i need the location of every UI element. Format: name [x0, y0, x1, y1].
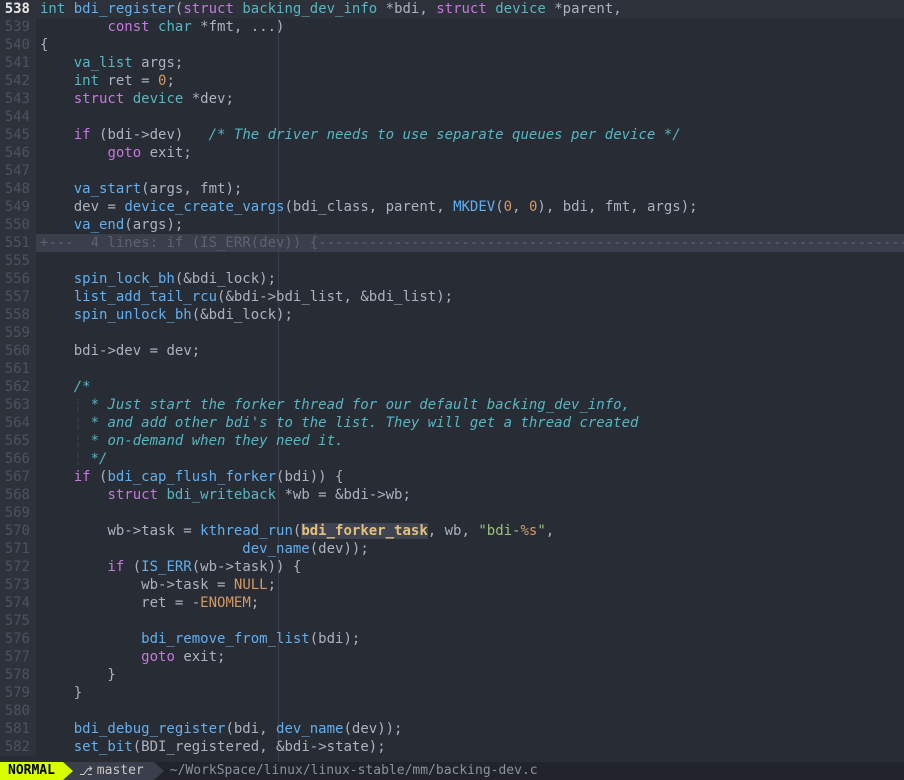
line-number: 548	[0, 180, 36, 198]
code-line[interactable]: if (IS_ERR(wb->task)) {	[36, 558, 904, 576]
line-number: 544	[0, 108, 36, 126]
code-line[interactable]	[36, 360, 904, 378]
code-line[interactable]: }	[36, 684, 904, 702]
line-number: 551	[0, 234, 36, 252]
line-number: 569	[0, 504, 36, 522]
line-number: 562	[0, 378, 36, 396]
code-line[interactable]: wb->task = kthread_run(bdi_forker_task, …	[36, 522, 904, 540]
code-line[interactable]	[36, 252, 904, 270]
line-number: 549	[0, 198, 36, 216]
code-line[interactable]: int ret = 0;	[36, 72, 904, 90]
code-line[interactable]: struct bdi_writeback *wb = &bdi->wb;	[36, 486, 904, 504]
fold-text: +--- 4 lines: if (IS_ERR(dev)) {--------…	[36, 234, 904, 252]
line-number: 580	[0, 702, 36, 720]
line-number: 579	[0, 684, 36, 702]
line-number: 575	[0, 612, 36, 630]
code-line[interactable]: if (bdi->dev) /* The driver needs to use…	[36, 126, 904, 144]
code-line[interactable]: list_add_tail_rcu(&bdi->bdi_list, &bdi_l…	[36, 288, 904, 306]
file-path: ~/WorkSpace/linux/linux-stable/mm/backin…	[164, 762, 538, 780]
powerline-separator-icon	[63, 762, 73, 780]
line-number: 566	[0, 450, 36, 468]
line-number: 540	[0, 36, 36, 54]
code-line[interactable]: dev_name(dev));	[36, 540, 904, 558]
code-line[interactable]: bdi->dev = dev;	[36, 342, 904, 360]
line-number: 567	[0, 468, 36, 486]
code-line[interactable]: ¦ * Just start the forker thread for our…	[36, 396, 904, 414]
code-line[interactable]: va_start(args, fmt);	[36, 180, 904, 198]
code-line[interactable]	[36, 162, 904, 180]
code-line[interactable]: ¦ */	[36, 450, 904, 468]
line-number: 573	[0, 576, 36, 594]
line-number: 576	[0, 630, 36, 648]
code-line[interactable]: ¦ * on-demand when they need it.	[36, 432, 904, 450]
code-line[interactable]	[36, 504, 904, 522]
code-line[interactable]: ¦ * and add other bdi's to the list. The…	[36, 414, 904, 432]
line-number: 542	[0, 72, 36, 90]
code-line[interactable]: goto exit;	[36, 144, 904, 162]
line-number: 545	[0, 126, 36, 144]
branch-icon: ⎇	[79, 762, 93, 780]
editor-root: 538int bdi_register(struct backing_dev_i…	[0, 0, 904, 780]
line-number: 560	[0, 342, 36, 360]
mode-indicator: NORMAL	[0, 762, 63, 780]
code-line[interactable]	[36, 612, 904, 630]
code-line[interactable]: wb->task = NULL;	[36, 576, 904, 594]
code-line[interactable]: va_list args;	[36, 54, 904, 72]
line-number: 541	[0, 54, 36, 72]
code-line[interactable]: const char *fmt, ...)	[36, 18, 904, 36]
code-line[interactable]: if (bdi_cap_flush_forker(bdi)) {	[36, 468, 904, 486]
code-line[interactable]: bdi_debug_register(bdi, dev_name(dev));	[36, 720, 904, 738]
line-number: 550	[0, 216, 36, 234]
line-number: 557	[0, 288, 36, 306]
line-number: 572	[0, 558, 36, 576]
status-line: NORMAL ⎇ master ~/WorkSpace/linux/linux-…	[0, 762, 904, 780]
line-number: 568	[0, 486, 36, 504]
line-number: 547	[0, 162, 36, 180]
line-number: 558	[0, 306, 36, 324]
code-line[interactable]: bdi_remove_from_list(bdi);	[36, 630, 904, 648]
code-line[interactable]: va_end(args);	[36, 216, 904, 234]
line-number: 564	[0, 414, 36, 432]
line-number: 539	[0, 18, 36, 36]
line-number: 581	[0, 720, 36, 738]
line-number: 543	[0, 90, 36, 108]
line-number: 571	[0, 540, 36, 558]
code-line[interactable]: spin_unlock_bh(&bdi_lock);	[36, 306, 904, 324]
line-number: 563	[0, 396, 36, 414]
code-line[interactable]: /*	[36, 378, 904, 396]
git-branch-segment: ⎇ master	[73, 762, 154, 780]
line-number: 565	[0, 432, 36, 450]
line-number: 546	[0, 144, 36, 162]
line-number: 561	[0, 360, 36, 378]
line-number: 555	[0, 252, 36, 270]
fold-line[interactable]: 551+--- 4 lines: if (IS_ERR(dev)) {-----…	[0, 234, 904, 252]
code-line[interactable]: ret = -ENOMEM;	[36, 594, 904, 612]
code-line[interactable]: }	[36, 666, 904, 684]
line-number: 559	[0, 324, 36, 342]
line-number: 578	[0, 666, 36, 684]
code-line[interactable]	[36, 108, 904, 126]
line-number: 538	[0, 0, 36, 18]
powerline-separator-icon	[154, 762, 164, 780]
code-line[interactable]: goto exit;	[36, 648, 904, 666]
code-line[interactable]: dev = device_create_vargs(bdi_class, par…	[36, 198, 904, 216]
code-line[interactable]: int bdi_register(struct backing_dev_info…	[36, 0, 904, 18]
line-number: 570	[0, 522, 36, 540]
code-line[interactable]: set_bit(BDI_registered, &bdi->state);	[36, 738, 904, 756]
code-line[interactable]: {	[36, 36, 904, 54]
code-area[interactable]: 538int bdi_register(struct backing_dev_i…	[0, 0, 904, 762]
code-line[interactable]: struct device *dev;	[36, 90, 904, 108]
branch-name: master	[97, 762, 144, 780]
line-number: 577	[0, 648, 36, 666]
line-number: 556	[0, 270, 36, 288]
line-number: 582	[0, 738, 36, 756]
code-line[interactable]	[36, 324, 904, 342]
line-number: 574	[0, 594, 36, 612]
code-line[interactable]	[36, 702, 904, 720]
code-line[interactable]: spin_lock_bh(&bdi_lock);	[36, 270, 904, 288]
